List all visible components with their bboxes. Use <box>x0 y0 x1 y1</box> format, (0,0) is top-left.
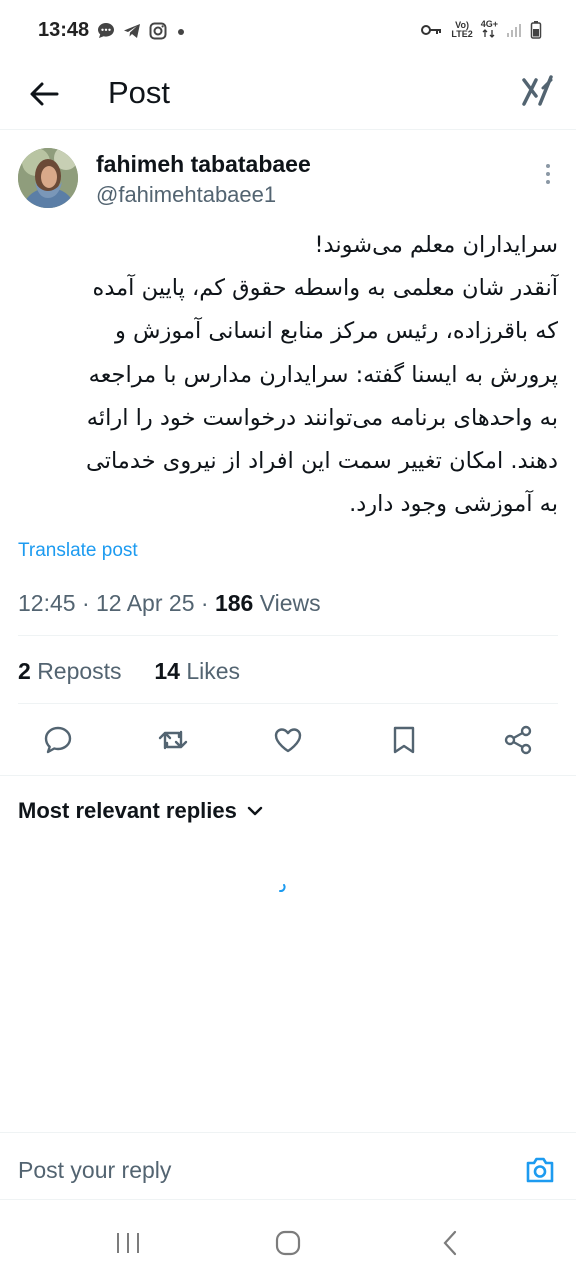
camera-icon[interactable] <box>524 1155 556 1185</box>
reply-input[interactable]: Post your reply <box>18 1157 171 1184</box>
more-options-icon[interactable] <box>542 162 554 186</box>
translate-post-link[interactable]: Translate post <box>18 540 138 562</box>
back-arrow-icon <box>30 82 59 106</box>
back-nav-icon[interactable] <box>430 1228 470 1258</box>
likes-count: 14 <box>154 658 180 684</box>
instagram-icon <box>149 22 167 40</box>
status-notification-icons <box>96 21 188 41</box>
author-name[interactable]: fahimeh tabatabaee <box>96 151 311 178</box>
post-line: به واحدهای برنامه می‌توانند درخواست خود … <box>86 404 558 431</box>
views-label: Views <box>259 590 321 616</box>
meta-separator: · <box>81 590 90 616</box>
post-meta: 12:45 · 12 Apr 25 · 186 Views <box>18 590 321 617</box>
like-icon[interactable] <box>272 724 304 756</box>
signal-icon <box>507 24 521 37</box>
post-author: fahimeh tabatabaee @fahimehtabaee1 <box>0 140 576 220</box>
post-stats: 2 Reposts 14 Likes <box>18 658 240 685</box>
notification-dot-icon <box>178 29 184 35</box>
lte-label: LTE2 <box>451 29 473 39</box>
reply-icon[interactable] <box>42 724 74 756</box>
loading-spinner-icon <box>279 884 286 892</box>
meta-separator: · <box>200 590 209 616</box>
post-date[interactable]: 12 Apr 25 <box>96 590 194 616</box>
post-time[interactable]: 12:45 <box>18 590 76 616</box>
replies-sort-dropdown[interactable]: Most relevant replies <box>18 798 263 824</box>
network-type-label: 4G+ <box>480 19 498 29</box>
post-line: پرورش به ایسنا گفته: سرایدارن مدارس با م… <box>88 361 558 388</box>
status-system-icons: Vo) LTE2 4G+ <box>421 20 542 40</box>
divider <box>18 703 558 704</box>
author-handle[interactable]: @fahimehtabaee1 <box>96 182 276 208</box>
back-button[interactable] <box>24 74 64 114</box>
bookmark-icon[interactable] <box>388 724 420 756</box>
post-line: سرایداران معلم می‌شوند! <box>314 232 559 258</box>
post-actions <box>0 712 576 768</box>
top-app-bar: Post <box>0 64 576 130</box>
grok-icon[interactable] <box>520 74 556 110</box>
post-line: آنقدر شان معلمی به واسطه حقوق کم، پایین … <box>92 275 558 302</box>
home-icon[interactable] <box>268 1228 308 1258</box>
battery-icon <box>530 21 542 39</box>
volte-indicator: Vo) LTE2 <box>451 21 472 39</box>
reposts-stat[interactable]: 2 Reposts <box>18 658 122 684</box>
reply-composer: Post your reply <box>0 1132 576 1200</box>
data-indicator: 4G+ <box>481 20 498 40</box>
likes-label: Likes <box>186 658 241 684</box>
key-icon <box>421 25 442 35</box>
post-line: به آموزشی وجود دارد. <box>349 491 558 518</box>
share-icon[interactable] <box>502 724 534 756</box>
post-line: دهند. امکان تغییر سمت این افراد از نیروی… <box>85 448 558 475</box>
post-body: سرایداران معلم می‌شوند! آنقدر شان معلمی … <box>18 224 558 526</box>
telegram-icon <box>124 24 140 38</box>
system-nav-bar <box>0 1200 576 1280</box>
avatar-photo <box>18 148 78 208</box>
recent-apps-icon[interactable] <box>108 1228 148 1258</box>
reposts-label: Reposts <box>37 658 122 684</box>
chat-bubble-icon <box>98 23 114 38</box>
page-title: Post <box>108 75 171 110</box>
reposts-count: 2 <box>18 658 31 684</box>
status-time: 13:48 <box>38 19 90 41</box>
divider <box>0 775 576 776</box>
divider <box>18 635 558 636</box>
replies-sort-label: Most relevant replies <box>18 798 237 823</box>
status-bar: 13:48 Vo) LTE2 4G+ <box>0 0 576 64</box>
data-arrows-icon <box>482 29 495 38</box>
likes-stat[interactable]: 14 Likes <box>154 658 240 684</box>
avatar[interactable] <box>18 148 78 208</box>
post-line: که باقرزاده، رئیس مرکز منابع انسانی آموز… <box>114 318 558 345</box>
views-count: 186 <box>214 590 254 616</box>
chevron-down-icon <box>247 806 263 816</box>
repost-icon[interactable] <box>157 724 189 756</box>
